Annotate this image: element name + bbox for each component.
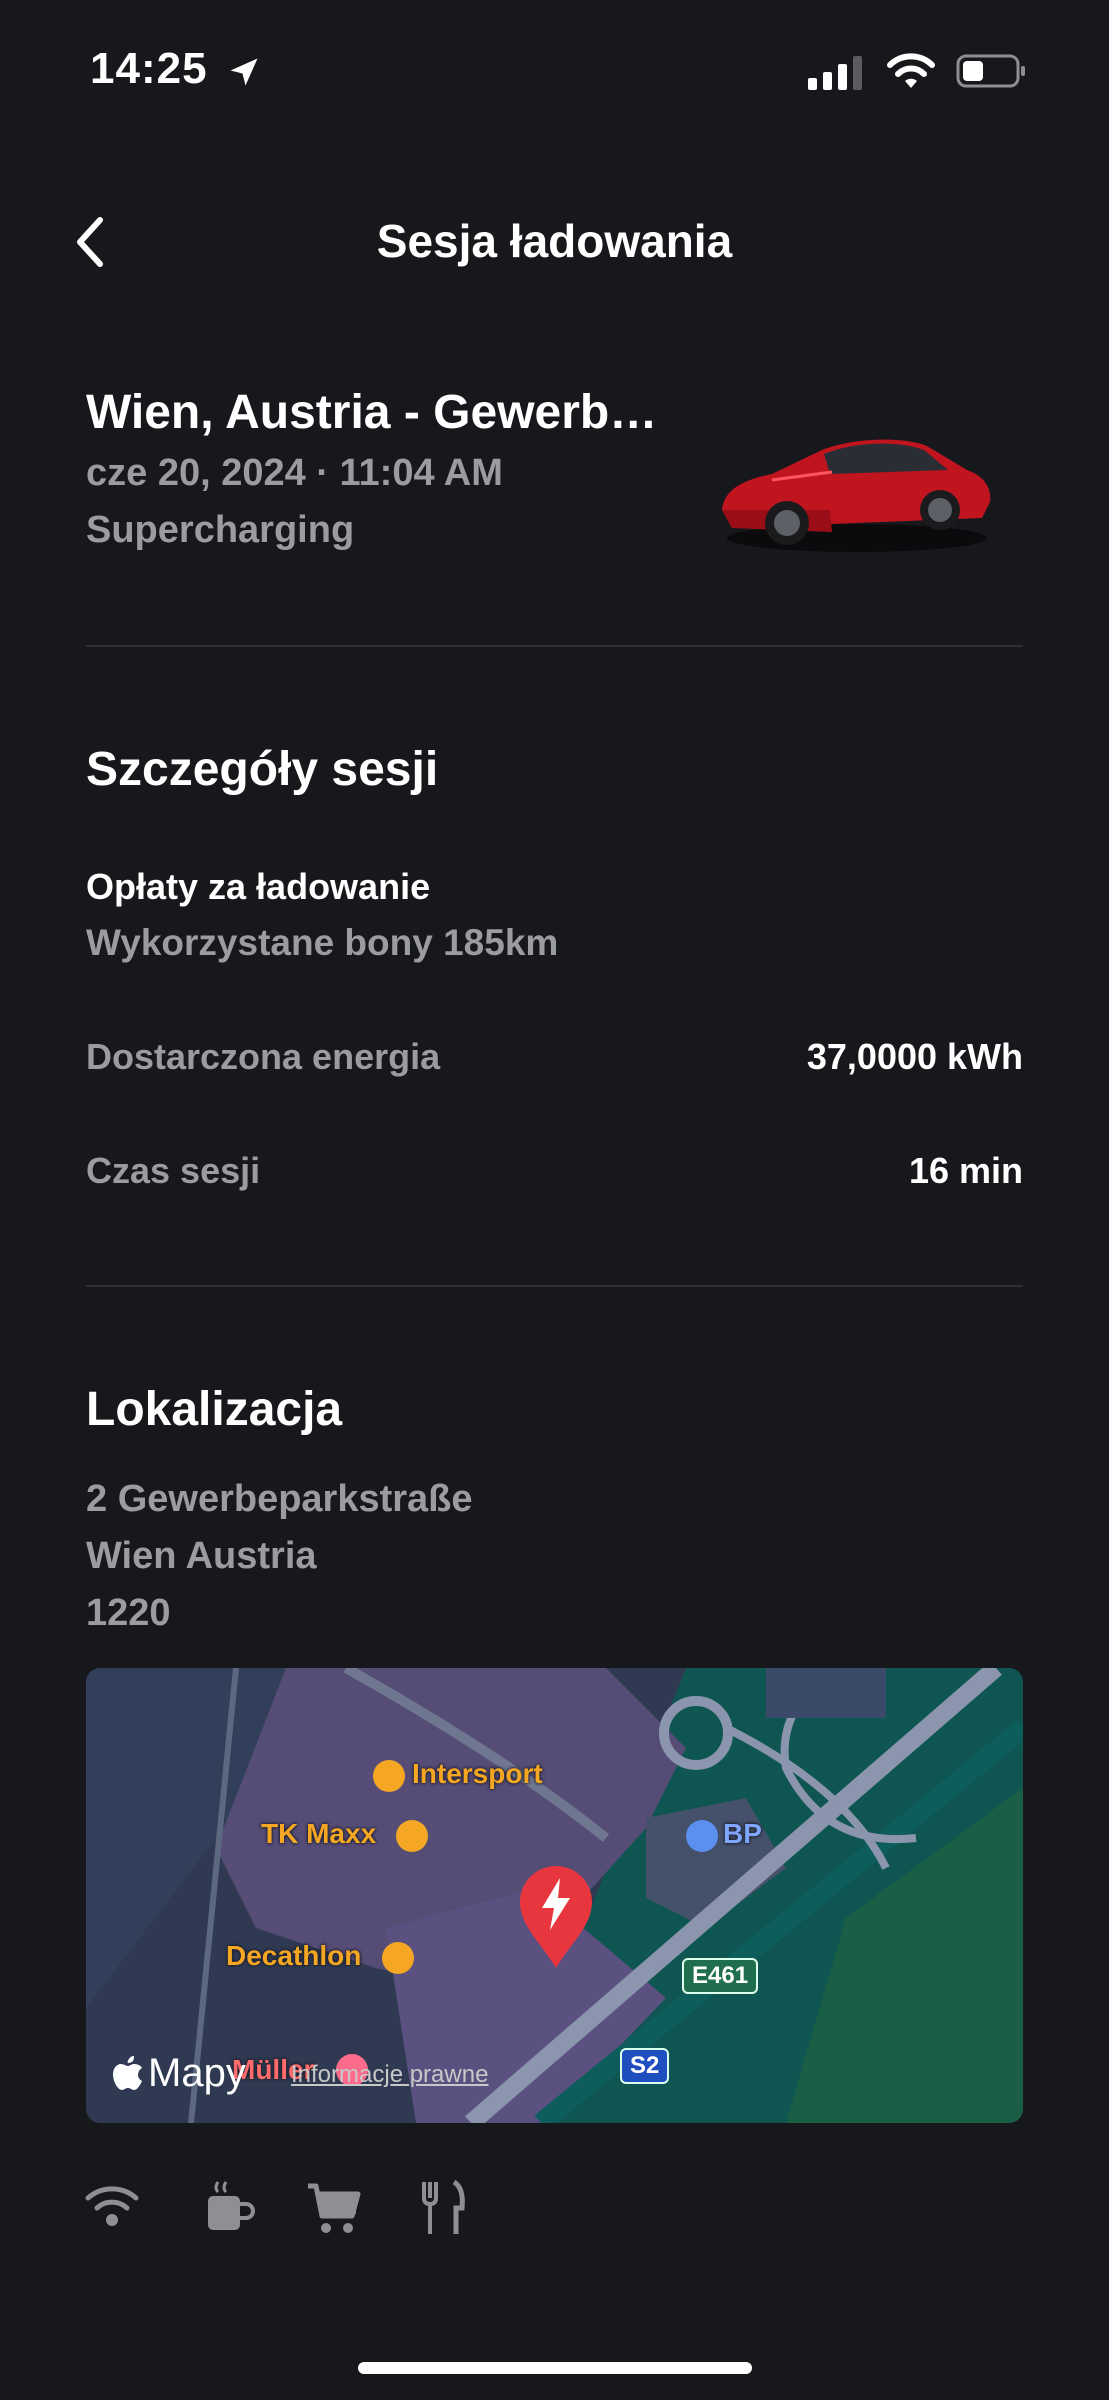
energy-value: 37,0000 kWh: [806, 1036, 1023, 1077]
duration-value: 16 min: [908, 1150, 1023, 1191]
apple-maps-logo: Mapy: [112, 2051, 246, 2096]
tkmaxx-poi-icon[interactable]: [396, 1820, 428, 1852]
home-indicator[interactable]: [358, 2362, 752, 2374]
cart-icon: [308, 2183, 361, 2233]
address-line: 2 Gewerbeparkstraße: [86, 1478, 473, 1520]
address-line: Wien Austria: [86, 1535, 317, 1577]
cellular-signal-icon: [808, 54, 862, 90]
session-details-title: Szczegóły sesji: [86, 743, 439, 796]
poi-tkmaxx[interactable]: TK Maxx: [261, 1818, 376, 1850]
session-location: Wien, Austria - Gewerb…: [86, 386, 658, 439]
status-time: 14:25: [90, 44, 208, 93]
divider: [86, 645, 1023, 647]
wifi-icon: [85, 2186, 139, 2226]
wifi-status-icon: [887, 53, 935, 88]
location-arrow-icon: [230, 58, 258, 86]
apple-logo-icon: [113, 2055, 142, 2090]
restaurant-icon: [422, 2180, 465, 2234]
charging-pin-icon[interactable]: [518, 1864, 594, 1970]
battery-icon: [956, 54, 1025, 88]
session-type: Supercharging: [86, 509, 355, 551]
legal-info-link[interactable]: Informacje prawne: [291, 2061, 488, 2089]
poi-intersport[interactable]: Intersport: [412, 1758, 543, 1790]
divider: [86, 1285, 1023, 1287]
location-map[interactable]: Intersport TK Maxx Decathlon Müller BP E…: [86, 1668, 1023, 2123]
intersport-poi-icon[interactable]: [373, 1760, 405, 1792]
session-datetime: cze 20, 2024 · 11:04 AM: [86, 452, 503, 494]
car-image: [722, 439, 991, 552]
energy-label: Dostarczona energia: [86, 1036, 441, 1077]
page-title: Sesja ładowania: [376, 215, 733, 267]
road-badge-e461: E461: [682, 1958, 759, 1994]
location-title: Lokalizacja: [86, 1383, 343, 1436]
poi-bp[interactable]: BP: [723, 1818, 762, 1850]
decathlon-poi-icon[interactable]: [382, 1942, 414, 1974]
road-badge-s2: S2: [620, 2048, 670, 2084]
charging-fees-title: Opłaty za ładowanie: [86, 866, 431, 907]
duration-label: Czas sesji: [86, 1150, 261, 1191]
coffee-icon: [208, 2181, 255, 2230]
address-line: 1220: [86, 1592, 171, 1634]
poi-decathlon[interactable]: Decathlon: [226, 1940, 361, 1972]
gas-station-icon[interactable]: [686, 1820, 718, 1852]
maps-brand-text: Mapy: [148, 2051, 246, 2095]
charging-fees-detail: Wykorzystane bony 185km: [86, 922, 559, 963]
